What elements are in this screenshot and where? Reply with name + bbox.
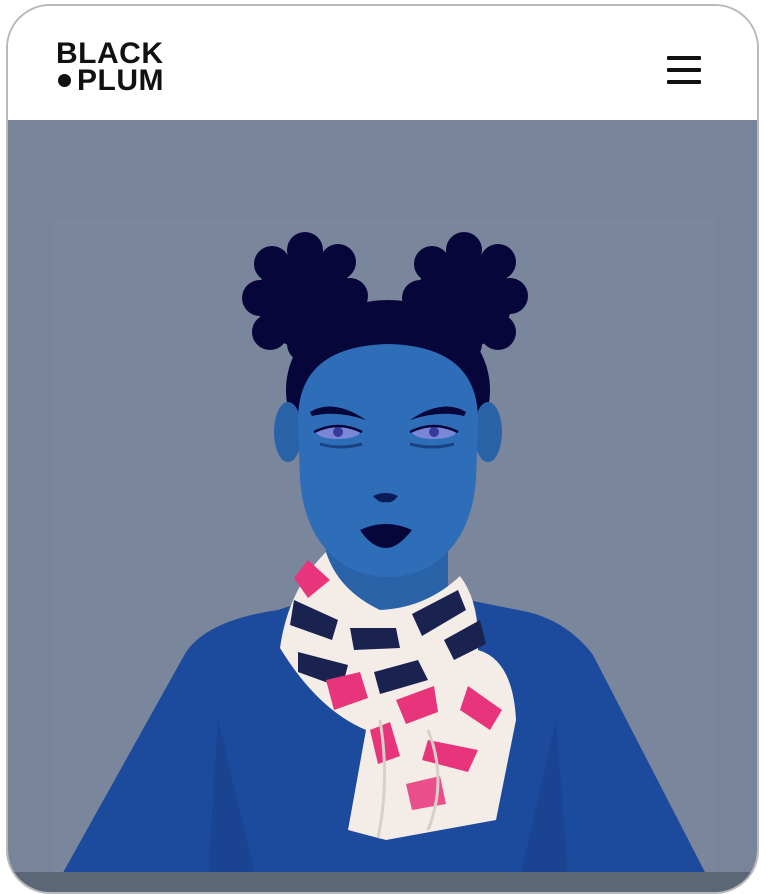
logo-text-black: BLACK xyxy=(56,37,164,70)
left-ear xyxy=(274,402,302,462)
hamburger-menu-icon[interactable] xyxy=(664,52,704,88)
logo-line-1: BLACK xyxy=(56,37,164,70)
hero-illustration xyxy=(8,120,757,880)
menu-line xyxy=(667,56,701,60)
logo-line-2: PLUM xyxy=(56,64,164,97)
bottom-edge-bar xyxy=(8,872,757,892)
woman-scarf-illustration xyxy=(54,218,716,880)
brand-logo[interactable]: BLACK PLUM xyxy=(56,37,164,97)
phone-frame: BLACK PLUM xyxy=(6,4,759,894)
menu-line xyxy=(667,68,701,72)
site-header: BLACK PLUM xyxy=(8,6,757,120)
logo-text-plum: PLUM xyxy=(77,64,164,97)
menu-line xyxy=(667,80,701,84)
logo-dot xyxy=(58,74,71,87)
right-ear xyxy=(474,402,502,462)
